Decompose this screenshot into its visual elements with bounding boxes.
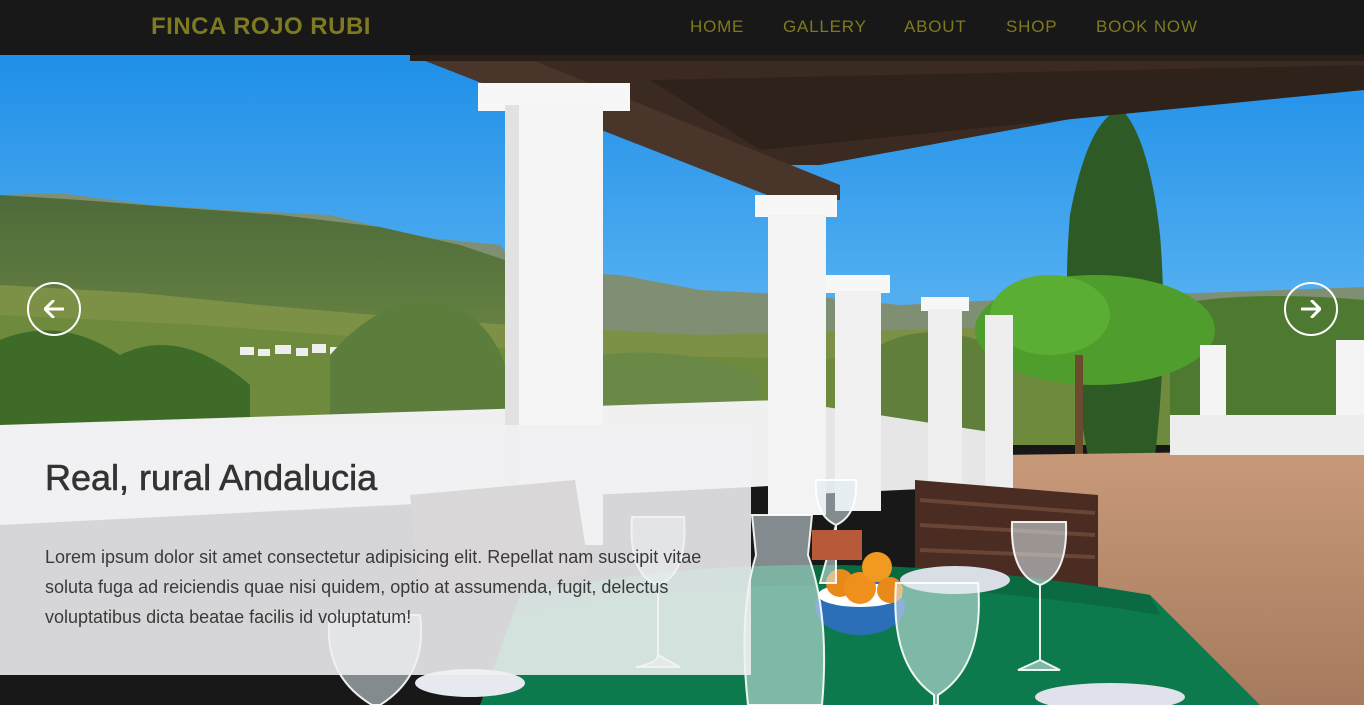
nav-home-link[interactable]: HOME <box>690 17 744 37</box>
nav-about-link[interactable]: ABOUT <box>904 17 967 37</box>
slide-caption: Real, rural Andalucia Lorem ipsum dolor … <box>0 425 751 675</box>
nav-shop-link[interactable]: SHOP <box>1006 17 1057 37</box>
carousel-prev-button[interactable] <box>27 282 81 336</box>
arrow-left-icon <box>44 300 64 318</box>
slide-description: Lorem ipsum dolor sit amet consectetur a… <box>45 547 702 627</box>
slide-title: Real, rural Andalucia <box>45 457 378 499</box>
hero-carousel: Real, rural Andalucia Lorem ipsum dolor … <box>0 55 1364 705</box>
nav-book-now-link[interactable]: BOOK NOW <box>1096 17 1198 37</box>
top-navbar: FINCA ROJO RUBI HOME GALLERY ABOUT SHOP … <box>0 0 1364 55</box>
carousel-next-button[interactable] <box>1284 282 1338 336</box>
brand-logo-text[interactable]: FINCA ROJO RUBI <box>151 13 371 41</box>
nav-gallery-link[interactable]: GALLERY <box>783 17 867 37</box>
arrow-right-icon <box>1301 300 1321 318</box>
